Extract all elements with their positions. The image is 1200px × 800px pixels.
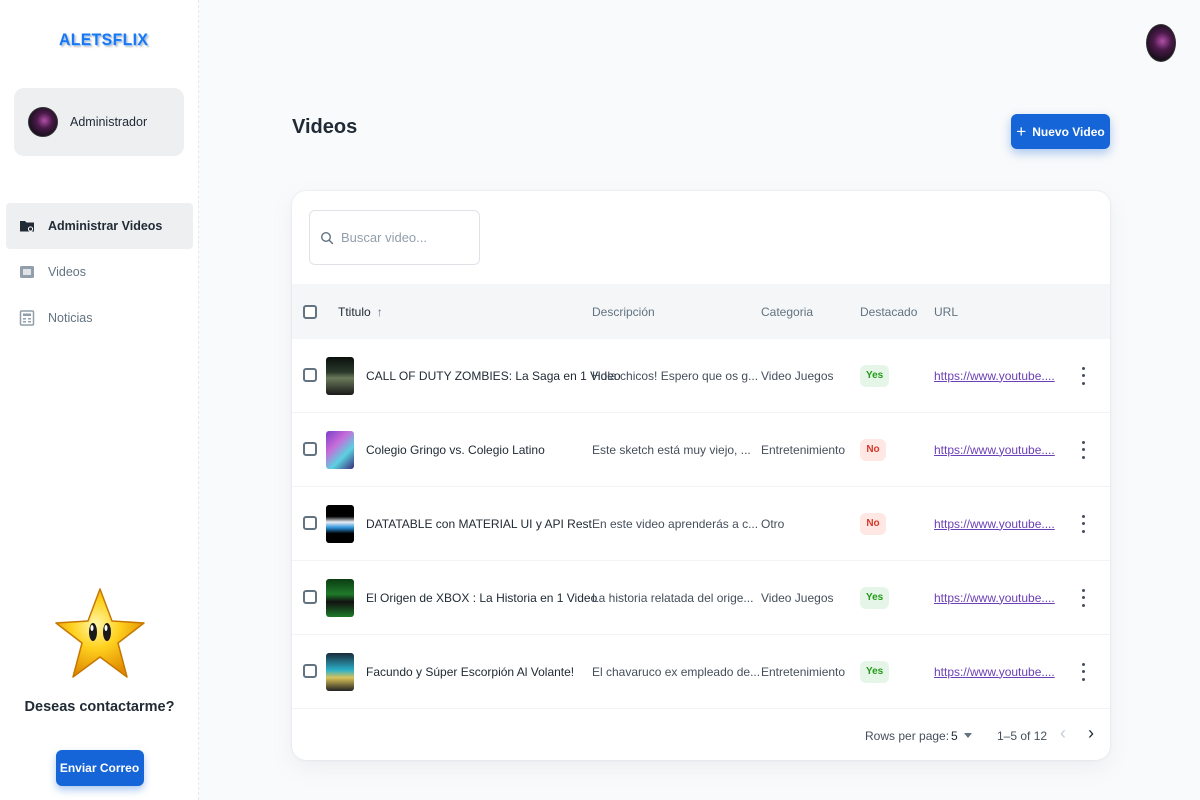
- table-row[interactable]: DATATABLE con MATERIAL UI y API Rest En …: [292, 487, 1110, 561]
- column-header-category[interactable]: Categoria: [761, 305, 813, 319]
- more-options-icon[interactable]: [1077, 366, 1089, 385]
- video-title: Colegio Gringo vs. Colegio Latino: [366, 442, 545, 457]
- video-url-link[interactable]: https://www.youtube....: [934, 591, 1055, 605]
- table-row[interactable]: CALL OF DUTY ZOMBIES: La Saga en 1 Video…: [292, 339, 1110, 413]
- video-url-link[interactable]: https://www.youtube....: [934, 443, 1055, 457]
- promo-title: Deseas contactarme?: [24, 699, 175, 715]
- featured-badge: Yes: [860, 364, 890, 387]
- sidebar-item-administrar-videos[interactable]: Administrar Videos: [6, 203, 193, 249]
- star-icon: [54, 585, 145, 685]
- more-options-icon[interactable]: [1077, 440, 1089, 459]
- page-title: Videos: [292, 116, 358, 138]
- video-category: Video Juegos: [761, 590, 834, 605]
- sidebar-item-label: Videos: [48, 265, 86, 279]
- sidebar-item-videos[interactable]: Videos: [6, 249, 193, 295]
- column-header-url[interactable]: URL: [934, 305, 958, 319]
- new-video-button[interactable]: + Nuevo Video: [1011, 114, 1110, 149]
- pagination-range: 1–5 of 12: [997, 729, 1048, 743]
- video-description: En este video aprenderás a c...: [592, 516, 759, 531]
- account-avatar-button[interactable]: [1146, 24, 1176, 62]
- rows-per-page-select[interactable]: 5: [951, 729, 958, 743]
- chevron-down-icon[interactable]: [964, 733, 972, 738]
- sidebar-nav: Administrar Videos Videos Noticias: [6, 203, 193, 341]
- contact-promo: Deseas contactarme? Enviar Correo: [0, 585, 199, 786]
- column-header-description[interactable]: Descripción: [592, 305, 655, 319]
- video-category: Entretenimiento: [761, 664, 846, 679]
- video-title: CALL OF DUTY ZOMBIES: La Saga en 1 Video: [366, 368, 621, 383]
- plus-icon: +: [1016, 122, 1027, 141]
- video-description: El chavaruco ex empleado de...: [592, 664, 761, 679]
- table-pagination: Rows per page: 5 1–5 of 12 ‹ ›: [292, 711, 1110, 760]
- table-header: Ttitulo ↑ Descripción Categoria Destacad…: [292, 284, 1110, 339]
- featured-badge: No: [860, 438, 886, 461]
- send-email-button[interactable]: Enviar Correo: [55, 750, 144, 786]
- video-icon: [18, 263, 36, 281]
- sidebar: ALETSFLIX Administrador Administrar Vide…: [0, 0, 199, 800]
- column-header-featured[interactable]: Destacado: [860, 305, 917, 319]
- video-url-link[interactable]: https://www.youtube....: [934, 517, 1055, 531]
- column-header-title[interactable]: Ttitulo ↑: [338, 305, 383, 319]
- video-category: Video Juegos: [761, 368, 834, 383]
- row-checkbox[interactable]: [303, 516, 317, 530]
- video-category: Entretenimiento: [761, 442, 846, 457]
- rows-per-page-label: Rows per page:: [865, 729, 950, 743]
- row-checkbox[interactable]: [303, 368, 317, 382]
- featured-badge: Yes: [860, 660, 890, 683]
- table-row[interactable]: Facundo y Súper Escorpión Al Volante! El…: [292, 635, 1110, 709]
- search-icon: [320, 231, 334, 244]
- more-options-icon[interactable]: [1077, 662, 1089, 681]
- video-description: Este sketch está muy viejo, ...: [592, 442, 751, 457]
- table-row[interactable]: Colegio Gringo vs. Colegio Latino Este s…: [292, 413, 1110, 487]
- video-category: Otro: [761, 516, 785, 531]
- search-input[interactable]: [341, 230, 471, 245]
- folder-icon: [18, 217, 36, 235]
- video-thumbnail: [326, 579, 354, 617]
- video-url-link[interactable]: https://www.youtube....: [934, 369, 1055, 383]
- column-title-label: Ttitulo: [338, 304, 371, 319]
- news-icon: [18, 309, 36, 327]
- video-title: Facundo y Súper Escorpión Al Volante!: [366, 664, 575, 679]
- avatar: [28, 107, 58, 137]
- row-checkbox[interactable]: [303, 664, 317, 678]
- sidebar-item-label: Administrar Videos: [48, 219, 163, 233]
- featured-badge: Yes: [860, 586, 890, 609]
- video-title: DATATABLE con MATERIAL UI y API Rest: [366, 516, 592, 531]
- account-name: Administrador: [70, 115, 148, 129]
- sidebar-item-noticias[interactable]: Noticias: [6, 295, 193, 341]
- sort-arrow-icon: ↑: [376, 304, 383, 319]
- search-box[interactable]: [309, 210, 480, 265]
- sidebar-item-label: Noticias: [48, 311, 93, 325]
- account-card[interactable]: Administrador: [14, 88, 184, 156]
- video-description: La historia relatada del orige...: [592, 590, 754, 605]
- video-url-link[interactable]: https://www.youtube....: [934, 665, 1055, 679]
- video-thumbnail: [326, 505, 354, 543]
- video-thumbnail: [326, 431, 354, 469]
- video-description: Hola chicos! Espero que os g...: [592, 368, 759, 383]
- more-options-icon[interactable]: [1077, 588, 1089, 607]
- featured-badge: No: [860, 512, 886, 535]
- select-all-checkbox[interactable]: [303, 304, 317, 319]
- row-checkbox[interactable]: [303, 590, 317, 604]
- video-thumbnail: [326, 357, 354, 395]
- previous-page-button[interactable]: ‹: [1060, 723, 1066, 744]
- video-thumbnail: [326, 653, 354, 691]
- new-video-label: Nuevo Video: [1032, 124, 1105, 139]
- videos-table-card: Ttitulo ↑ Descripción Categoria Destacad…: [292, 191, 1110, 760]
- table-row[interactable]: El Origen de XBOX : La Historia en 1 Vid…: [292, 561, 1110, 635]
- more-options-icon[interactable]: [1077, 514, 1089, 533]
- row-checkbox[interactable]: [303, 442, 317, 456]
- video-title: El Origen de XBOX : La Historia en 1 Vid…: [366, 590, 598, 605]
- next-page-button[interactable]: ›: [1088, 723, 1094, 744]
- brand-logo[interactable]: ALETSFLIX: [59, 30, 148, 50]
